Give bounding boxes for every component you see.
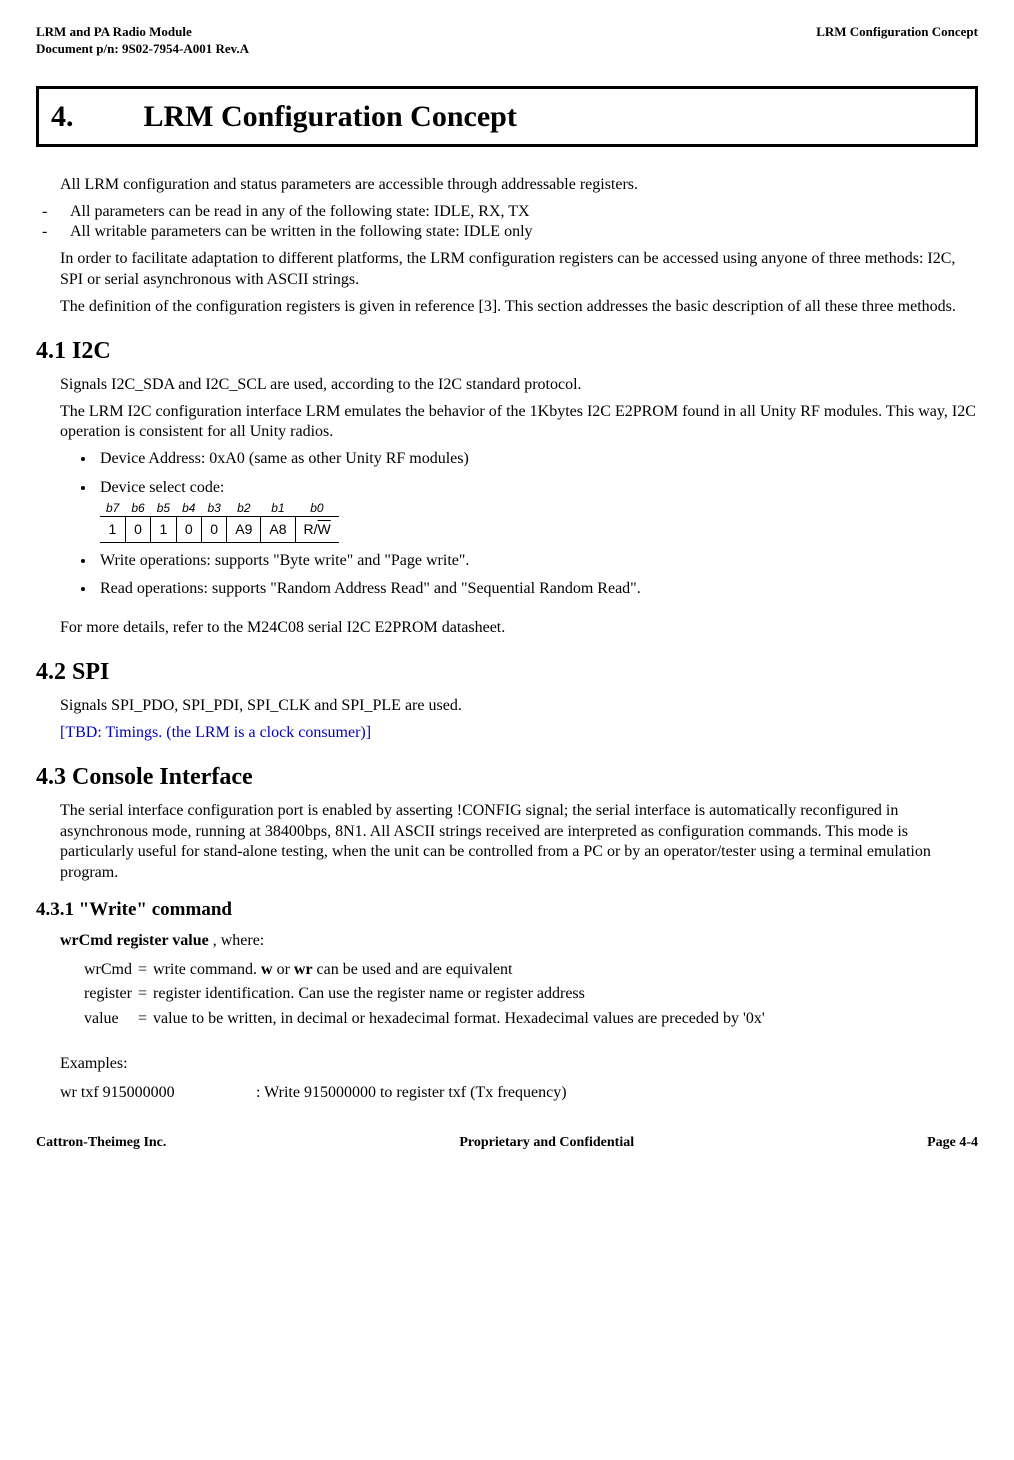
bit-v-5: 1 [151,517,176,542]
s41-p1: Signals I2C_SDA and I2C_SCL are used, ac… [60,375,978,396]
heading-4-3-1: 4.3.1 "Write" command [36,898,978,923]
heading-4-3: 4.3 Console Interface [36,762,978,793]
section-heading-text: LRM Configuration Concept [144,100,517,133]
bit-v-4: 0 [176,517,201,542]
register-eq: = [138,982,153,1007]
header-left-line1: LRM and PA Radio Module [36,24,249,41]
s43-p1: The serial interface configuration port … [60,801,978,884]
bit-h-b0: b0 [295,501,339,517]
wrcmd-syntax: wrCmd register value , where: [60,931,978,952]
intro-p2: In order to facilitate adaptation to dif… [60,249,978,291]
bit-h-b4: b4 [176,501,201,517]
wrcmd-desc: write command. w or wr can be used and a… [153,958,771,983]
header-right: LRM Configuration Concept [816,24,978,58]
register-name: register [84,982,138,1007]
heading-4-2: 4.2 SPI [36,657,978,688]
intro-dash-2: All writable parameters can be written i… [36,222,978,243]
wrcmd-row-register: register = register identification. Can … [84,982,771,1007]
bit-v-2: A9 [227,517,261,542]
bit-h-b5: b5 [151,501,176,517]
bit-h-b3: b3 [201,501,226,517]
value-desc: value to be written, in decimal or hexad… [153,1007,771,1032]
w-overline: W [318,521,331,537]
wrcmd-param-table: wrCmd = write command. w or wr can be us… [84,958,771,1032]
intro-p3: The definition of the configuration regi… [60,297,978,318]
bit-v-3: 0 [201,517,226,542]
s41-p3: For more details, refer to the M24C08 se… [60,618,978,639]
example-row-1: wr txf 915000000 : Write 915000000 to re… [60,1081,573,1106]
heading-4-1: 4.1 I2C [36,336,978,367]
s41-b2-text: Device select code: [100,479,224,496]
page-footer: Cattron-Theimeg Inc. Proprietary and Con… [36,1134,978,1152]
wrcmd-name: wrCmd [84,958,138,983]
s41-bullets: Device Address: 0xA0 (same as other Unit… [60,449,978,600]
bit-v-6: 0 [125,517,150,542]
bit-v-0: R/W [295,517,339,542]
bit-h-b6: b6 [125,501,150,517]
wrcmd-row-value: value = value to be written, in decimal … [84,1007,771,1032]
device-select-code-table: b7 b6 b5 b4 b3 b2 b1 b0 1 0 1 0 0 A9 A8 [100,501,339,543]
header-left-line2: Document p/n: 9S02-7954-A001 Rev.A [36,41,249,58]
footer-left: Cattron-Theimeg Inc. [36,1134,166,1152]
bit-v-7: 1 [100,517,125,542]
footer-right: Page 4-4 [927,1134,978,1152]
section-number: 4. [51,97,136,136]
page-header: LRM and PA Radio Module Document p/n: 9S… [36,24,978,58]
intro-dash-1: All parameters can be read in any of the… [36,202,978,223]
example-table: wr txf 915000000 : Write 915000000 to re… [60,1081,573,1106]
s42-p1: Signals SPI_PDO, SPI_PDI, SPI_CLK and SP… [60,696,978,717]
s41-b3: Write operations: supports "Byte write" … [96,551,978,572]
value-name: value [84,1007,138,1032]
wrcmd-row-wrcmd: wrCmd = write command. w or wr can be us… [84,958,771,983]
bit-h-b7: b7 [100,501,125,517]
register-desc: register identification. Can use the reg… [153,982,771,1007]
wrcmd-eq: = [138,958,153,983]
s42-tbd: [TBD: Timings. (the LRM is a clock consu… [60,723,978,744]
footer-center: Proprietary and Confidential [459,1134,634,1152]
example-cmd: wr txf 915000000 [60,1081,256,1106]
intro-dash-list: All parameters can be read in any of the… [36,202,978,244]
intro-p1: All LRM configuration and status paramet… [60,175,978,196]
header-left: LRM and PA Radio Module Document p/n: 9S… [36,24,249,58]
s41-p2: The LRM I2C configuration interface LRM … [60,402,978,444]
value-eq: = [138,1007,153,1032]
bit-v-1: A8 [261,517,295,542]
example-desc: : Write 915000000 to register txf (Tx fr… [256,1081,573,1106]
s41-b1: Device Address: 0xA0 (same as other Unit… [96,449,978,470]
bit-h-b2: b2 [227,501,261,517]
examples-label: Examples: [60,1054,978,1075]
s41-b4: Read operations: supports "Random Addres… [96,579,978,600]
wrcmd-syntax-bold: wrCmd register value [60,932,209,949]
bitfield-header-row: b7 b6 b5 b4 b3 b2 b1 b0 [100,501,339,517]
bit-h-b1: b1 [261,501,295,517]
s41-b2: Device select code: b7 b6 b5 b4 b3 b2 b1… [96,478,978,543]
wrcmd-syntax-tail: , where: [209,932,265,949]
bitfield-value-row: 1 0 1 0 0 A9 A8 R/W [100,517,339,542]
section-title: 4. LRM Configuration Concept [36,86,978,147]
